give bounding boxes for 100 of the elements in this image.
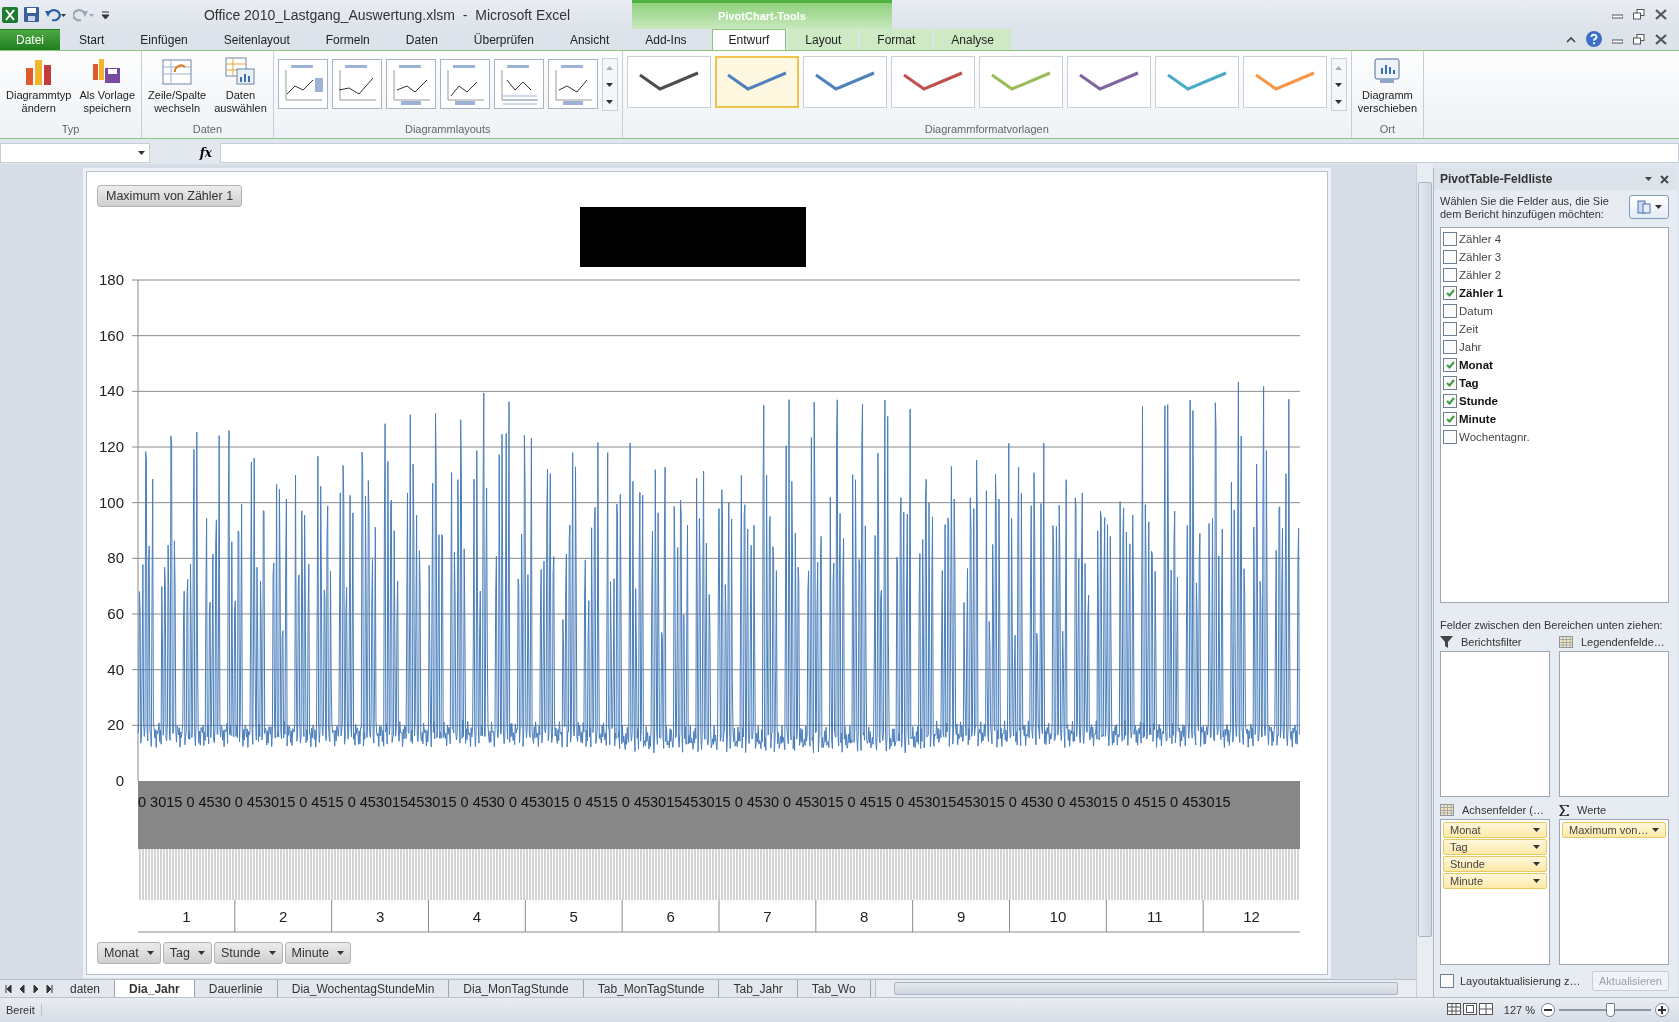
field-item[interactable]: Zähler 2 — [1443, 267, 1666, 283]
drop-area[interactable] — [1559, 651, 1669, 797]
ribbon-button[interactable]: Diagramm verschieben — [1355, 54, 1420, 117]
axis-field-button[interactable]: Monat — [97, 942, 161, 964]
page-layout-button[interactable] — [1461, 1002, 1478, 1018]
field-item[interactable]: Zähler 4 — [1443, 231, 1666, 247]
ribbon-tab[interactable]: Einfügen — [123, 29, 205, 50]
axis-label: 6 — [666, 908, 675, 925]
formula-input[interactable] — [220, 143, 1679, 163]
axis-field-button[interactable]: Minute — [284, 942, 352, 964]
area-field-button[interactable]: Minute — [1443, 873, 1547, 889]
checkbox[interactable] — [1443, 412, 1457, 426]
ribbon-tab[interactable]: Datei — [0, 29, 60, 50]
ribbon-button[interactable]: Zeile/Spalte wechseln — [146, 54, 209, 117]
zoom-in-button[interactable] — [1655, 1003, 1669, 1017]
ribbon-tab[interactable]: Daten — [388, 29, 455, 50]
ribbon-button[interactable]: Als Vorlage speichern — [77, 54, 138, 117]
value-field-button[interactable]: Maximum von Zähler 1 — [97, 185, 243, 207]
chart-style-thumbnail[interactable] — [1154, 56, 1239, 108]
checkbox[interactable] — [1443, 430, 1457, 444]
ribbon-tab[interactable]: Überprüfen — [456, 29, 551, 50]
checkbox[interactable] — [1443, 304, 1457, 318]
chart-style-thumbnail[interactable] — [978, 56, 1063, 108]
ribbon-tab[interactable]: Layout — [788, 29, 859, 50]
checkbox[interactable] — [1443, 322, 1457, 336]
chart-style-thumbnail[interactable] — [802, 56, 887, 108]
ribbon-tab[interactable]: Ansicht — [552, 29, 627, 50]
sheet-tab[interactable]: Dia_Jahr — [115, 980, 195, 997]
layout-thumbnail[interactable] — [547, 59, 598, 109]
ribbon-tab[interactable]: Analyse — [934, 29, 1012, 50]
ribbon-tab[interactable]: Seitenlayout — [206, 29, 307, 50]
chart-style-thumbnail[interactable] — [714, 56, 799, 108]
field-item[interactable]: Minute — [1443, 411, 1666, 427]
field-item[interactable]: Datum — [1443, 303, 1666, 319]
axis-field-button[interactable]: Tag — [162, 942, 212, 964]
checkbox[interactable] — [1443, 268, 1457, 282]
chart-style-thumbnail[interactable] — [1066, 56, 1151, 108]
page-break-button[interactable] — [1477, 1002, 1494, 1018]
close-icon[interactable] — [1655, 9, 1667, 20]
layout-thumbnail[interactable] — [277, 59, 328, 109]
close-icon[interactable] — [1660, 174, 1669, 184]
chart-style-thumbnail[interactable] — [1242, 56, 1327, 108]
slider-thumb[interactable] — [1605, 1003, 1615, 1017]
axis-field-button[interactable]: Stunde — [213, 942, 283, 964]
customize-toolbar-icon[interactable] — [101, 9, 110, 20]
area-field-button[interactable]: Monat — [1443, 822, 1547, 838]
save-icon[interactable] — [24, 7, 39, 22]
layout-thumbnail[interactable] — [385, 59, 436, 109]
layout-button[interactable] — [1629, 195, 1669, 219]
ribbon-button[interactable]: Daten auswählen — [212, 54, 269, 117]
ribbon-tab[interactable]: Formeln — [308, 29, 387, 50]
field-item[interactable]: Jahr — [1443, 339, 1666, 355]
checkbox[interactable] — [1443, 376, 1457, 390]
chart-style-thumbnail[interactable] — [890, 56, 975, 108]
vertical-scrollbar[interactable] — [1416, 164, 1433, 997]
chart-style-thumbnail[interactable] — [626, 56, 711, 108]
axis-label: 20 — [107, 716, 124, 734]
restore-icon[interactable] — [1633, 33, 1645, 45]
restore-icon[interactable] — [1633, 9, 1645, 20]
normal-view-button[interactable] — [1445, 1002, 1462, 1018]
field-item[interactable]: Monat — [1443, 357, 1666, 373]
drop-area[interactable]: Monat Tag Stunde Minute — [1440, 819, 1550, 965]
insert-function-button[interactable]: fx — [150, 145, 220, 161]
area-field-button[interactable]: Tag — [1443, 839, 1547, 855]
redo-icon[interactable] — [73, 7, 95, 22]
zoom-out-button[interactable] — [1541, 1003, 1555, 1017]
ribbon-tab[interactable]: Format — [860, 29, 933, 50]
checkbox[interactable] — [1440, 974, 1454, 988]
checkbox[interactable] — [1443, 358, 1457, 372]
down-arrow-icon — [606, 82, 614, 87]
area-field-button[interactable]: Stunde — [1443, 856, 1547, 872]
field-item[interactable]: Stunde — [1443, 393, 1666, 409]
checkbox[interactable] — [1443, 250, 1457, 264]
horizontal-scrollbar[interactable] — [874, 980, 1416, 997]
layout-thumbnail[interactable] — [331, 59, 382, 109]
ribbon-tab[interactable]: Start — [62, 29, 122, 50]
checkbox[interactable] — [1443, 340, 1457, 354]
area-field-button[interactable]: Maximum von… — [1562, 822, 1666, 838]
axis-label: 40 — [107, 660, 124, 678]
close-icon[interactable] — [1655, 33, 1667, 45]
checkbox[interactable] — [1443, 394, 1457, 408]
spreadsheet-app-icon[interactable] — [2, 6, 18, 23]
field-item[interactable]: Zähler 3 — [1443, 249, 1666, 265]
field-item[interactable]: Zähler 1 — [1443, 285, 1666, 301]
field-item[interactable]: Tag — [1443, 375, 1666, 391]
defer-update-option[interactable]: Layoutaktualisierung z… — [1440, 974, 1581, 988]
ribbon-tab[interactable]: Entwurf — [711, 29, 787, 50]
ribbon-tab[interactable]: Add-Ins — [628, 29, 704, 50]
layout-thumbnail[interactable] — [439, 59, 490, 109]
collapse-ribbon-icon[interactable] — [1566, 35, 1576, 43]
ribbon-button[interactable]: Diagrammtyp ändern — [4, 54, 74, 117]
field-item[interactable]: Zeit — [1443, 321, 1666, 337]
undo-icon[interactable] — [45, 7, 67, 22]
checkbox[interactable] — [1443, 286, 1457, 300]
help-icon[interactable] — [1586, 31, 1602, 47]
checkbox[interactable] — [1443, 232, 1457, 246]
field-item[interactable]: Wochentagnr. — [1443, 429, 1666, 445]
drop-area[interactable]: Maximum von… — [1559, 819, 1669, 965]
layout-thumbnail[interactable] — [493, 59, 544, 109]
drop-area[interactable] — [1440, 651, 1550, 797]
